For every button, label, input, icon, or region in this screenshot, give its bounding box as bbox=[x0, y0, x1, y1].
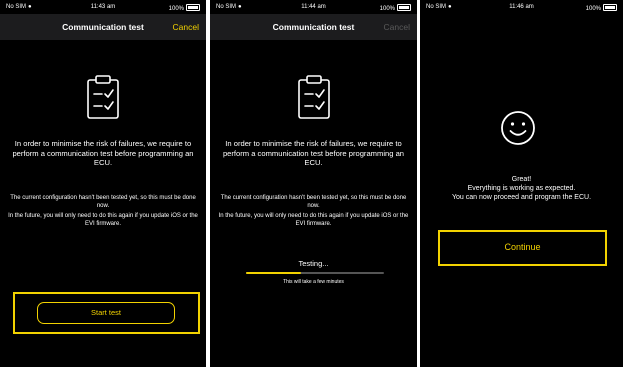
battery-icon bbox=[603, 4, 617, 11]
success-line-1: Great! bbox=[511, 176, 532, 183]
nav-bar: Communication test Cancel bbox=[0, 14, 206, 40]
battery-label: 100% bbox=[585, 6, 601, 12]
config-note: The current configuration hasn't been te… bbox=[10, 195, 196, 209]
intro-text: In order to minimise the risk of failure… bbox=[222, 139, 405, 168]
success-line-3: You can now proceed and program the ECU. bbox=[451, 194, 592, 201]
config-note: The current configuration hasn't been te… bbox=[220, 195, 407, 209]
clipboard-checklist-icon bbox=[296, 74, 332, 120]
start-test-button[interactable]: Start test bbox=[37, 302, 175, 324]
status-bar: No SIM ● 11:44 am 100% bbox=[210, 0, 417, 14]
continue-button[interactable]: Continue bbox=[441, 233, 604, 262]
future-note: In the future, you will only need to do … bbox=[8, 213, 198, 227]
nav-bar: Communication test Cancel bbox=[210, 14, 417, 40]
smiley-face-icon bbox=[500, 110, 536, 146]
testing-label: Testing... bbox=[298, 259, 329, 268]
progress-fill bbox=[246, 272, 302, 274]
intro-text: In order to minimise the risk of failure… bbox=[12, 139, 194, 168]
cancel-button[interactable]: Cancel bbox=[173, 22, 199, 32]
battery-label: 100% bbox=[168, 6, 184, 12]
progress-bar bbox=[246, 272, 384, 274]
battery-icon bbox=[186, 4, 200, 11]
success-line-2: Everything is working as expected. bbox=[467, 185, 576, 192]
screen-success: No SIM ● 11:46 am 100% Great! Everything … bbox=[420, 0, 623, 367]
screen-testing: No SIM ● 11:44 am 100% Communication test… bbox=[210, 0, 417, 367]
status-bar: No SIM ● 11:43 am 100% bbox=[0, 0, 206, 14]
success-message: Great! Everything is working as expected… bbox=[424, 175, 619, 202]
screen-start: No SIM ● 11:43 am 100% Communication test… bbox=[0, 0, 206, 367]
testing-duration-note: This will take a few minutes bbox=[283, 279, 344, 285]
clipboard-checklist-icon bbox=[85, 74, 121, 120]
future-note: In the future, you will only need to do … bbox=[218, 213, 409, 227]
status-bar: No SIM ● 11:46 am 100% bbox=[420, 0, 623, 14]
battery-icon bbox=[397, 4, 411, 11]
cancel-button[interactable]: Cancel bbox=[384, 22, 410, 32]
battery-label: 100% bbox=[379, 6, 395, 12]
